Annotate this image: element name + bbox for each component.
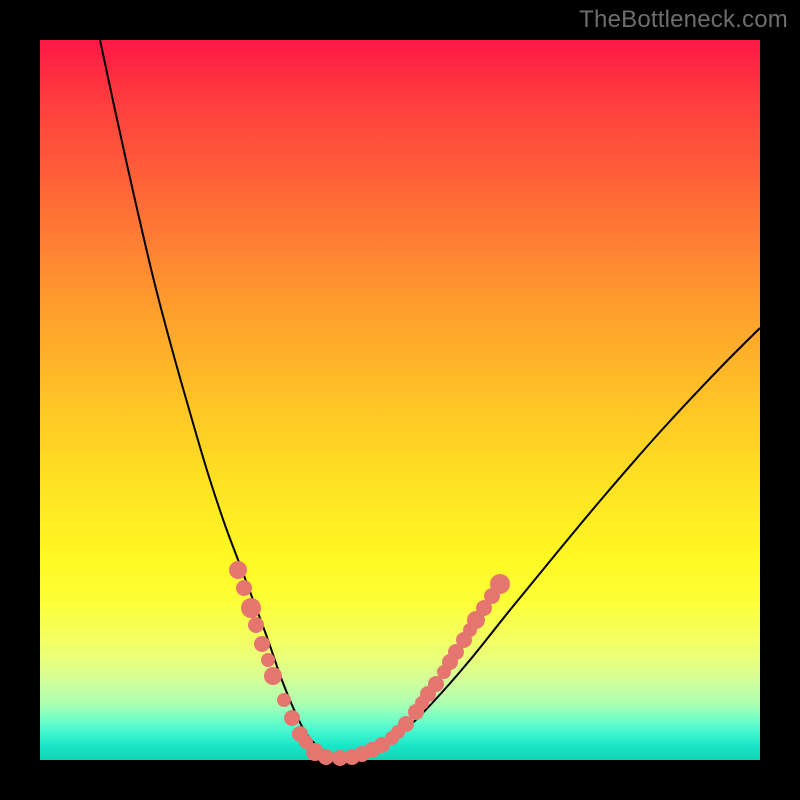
plot-area [40,40,760,760]
marker-dot [284,710,300,726]
bottleneck-curve [100,40,760,758]
chart-svg [40,40,760,760]
marker-dot [254,636,270,652]
marker-dot [264,667,282,685]
marker-dot [318,749,334,765]
marker-dot [490,574,510,594]
marker-dot [236,580,252,596]
watermark-text: TheBottleneck.com [579,6,788,34]
marker-dot [248,617,264,633]
chart-frame: TheBottleneck.com [0,0,800,800]
marker-dot [261,653,275,667]
curve-path [100,40,760,758]
marker-dot [229,561,247,579]
marker-dot [277,693,291,707]
marker-dot [241,598,261,618]
